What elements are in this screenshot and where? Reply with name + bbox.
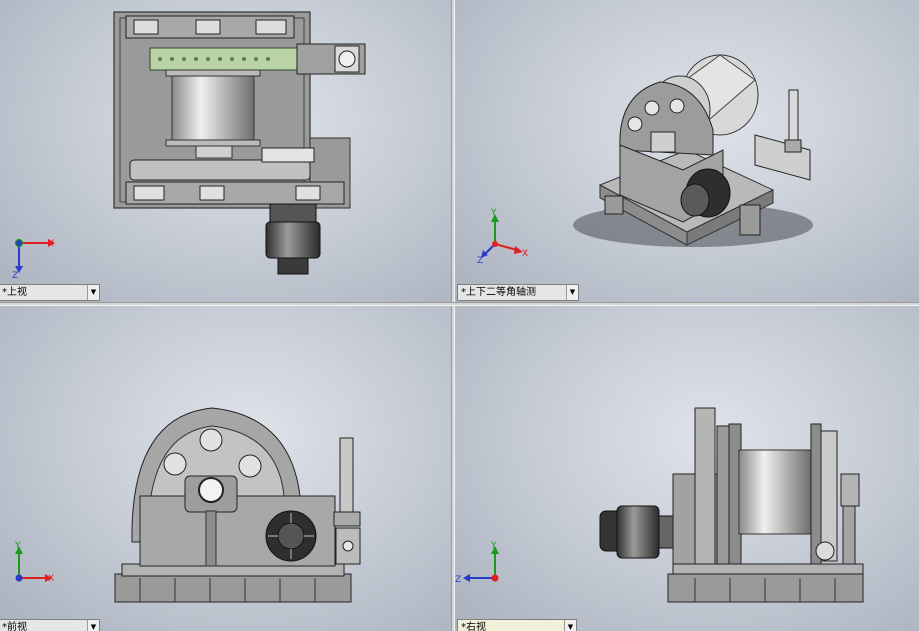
axis-label-x: X bbox=[48, 574, 54, 584]
viewport-isometric-view[interactable]: Y Z X *上下二等角轴测 ▼ bbox=[455, 0, 919, 302]
axis-label-y: Y bbox=[14, 541, 21, 551]
axis-label-x: X bbox=[522, 249, 528, 259]
view-triad-icon: Y Z bbox=[455, 541, 499, 585]
viewport-splitter-vertical[interactable] bbox=[451, 0, 455, 631]
view-orientation-selector[interactable]: *上视 ▼ bbox=[0, 284, 100, 301]
viewport-top-view[interactable]: X Z *上视 ▼ bbox=[0, 0, 451, 302]
viewport-right-view[interactable]: Y Z *右视 ▼ bbox=[455, 306, 919, 631]
view-triad-icon: X Z bbox=[12, 238, 55, 278]
view-label: *前视 bbox=[2, 622, 27, 631]
view-label: *上下二等角轴测 bbox=[461, 287, 536, 298]
axis-label-x: X bbox=[48, 239, 54, 249]
view-triad-icon: Y Z X bbox=[477, 208, 528, 266]
axis-label-y: Y bbox=[490, 541, 497, 551]
axis-label-y: Y bbox=[490, 208, 497, 218]
viewport-splitter-horizontal[interactable] bbox=[0, 302, 919, 306]
view-triad-icon: Y X bbox=[14, 541, 54, 584]
view-label: *上视 bbox=[2, 287, 27, 298]
view-orientation-selector[interactable]: *右视 ▼ bbox=[457, 619, 577, 631]
dropdown-arrow-icon[interactable]: ▼ bbox=[564, 620, 576, 631]
axis-label-z: Z bbox=[477, 256, 483, 266]
axis-label-z: Z bbox=[455, 575, 461, 585]
axis-label-z: Z bbox=[12, 271, 18, 278]
dropdown-arrow-icon[interactable]: ▼ bbox=[87, 285, 99, 300]
winch-model-right-view[interactable] bbox=[455, 306, 919, 631]
dropdown-arrow-icon[interactable]: ▼ bbox=[87, 620, 99, 631]
view-label: *右视 bbox=[461, 622, 486, 631]
view-orientation-selector[interactable]: *前视 ▼ bbox=[0, 619, 100, 631]
winch-model-front-view[interactable] bbox=[0, 306, 451, 631]
dropdown-arrow-icon[interactable]: ▼ bbox=[566, 285, 578, 300]
winch-model-top-view[interactable] bbox=[0, 0, 451, 302]
view-orientation-selector[interactable]: *上下二等角轴测 ▼ bbox=[457, 284, 579, 301]
viewport-front-view[interactable]: Y X *前视 ▼ bbox=[0, 306, 451, 631]
